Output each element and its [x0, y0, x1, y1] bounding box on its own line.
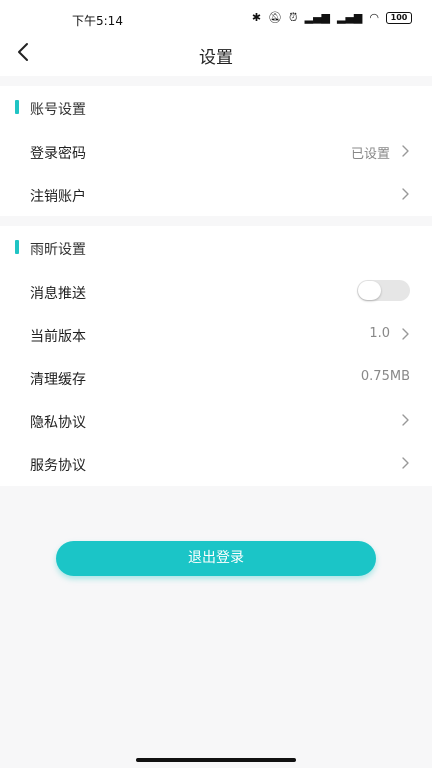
status-icons: ✱ 🔕︎ ⏰︎ ▂▄▆ ▂▄▆ ◠ 100	[252, 11, 412, 25]
nav-bar: 设置	[0, 30, 432, 76]
chevron-right-icon	[402, 188, 409, 200]
battery-icon: 100	[386, 12, 412, 24]
chevron-right-icon	[402, 414, 409, 426]
row-label: 隐私协议	[30, 415, 86, 431]
chevron-right-icon	[402, 145, 409, 157]
section-accent-bar	[15, 100, 19, 114]
bluetooth-icon: ✱	[251, 11, 262, 24]
row-label: 登录密码	[30, 146, 86, 162]
row-label: 服务协议	[30, 458, 86, 474]
signal-icon: ▂▄▆	[304, 11, 330, 24]
chevron-right-icon	[402, 457, 409, 469]
row-push-notifications: 消息推送	[0, 269, 432, 312]
row-current-version[interactable]: 当前版本 1.0	[0, 312, 432, 355]
signal-icon-2: ▂▄▆	[337, 11, 363, 24]
row-privacy-policy[interactable]: 隐私协议	[0, 398, 432, 441]
section-title-account: 账号设置	[30, 102, 86, 118]
row-clear-cache[interactable]: 清理缓存 0.75MB	[0, 355, 432, 398]
mute-icon: 🔕︎	[268, 11, 283, 24]
page-title: 设置	[199, 48, 233, 68]
row-login-password[interactable]: 登录密码 已设置	[0, 129, 432, 172]
row-label: 消息推送	[30, 286, 86, 302]
row-value: 0.75MB	[360, 369, 410, 384]
push-toggle[interactable]	[357, 280, 410, 301]
toggle-knob	[358, 281, 381, 300]
section-header-account: 账号设置	[0, 86, 432, 129]
row-value: 1.0	[369, 326, 390, 341]
row-label: 当前版本	[30, 329, 86, 345]
row-label: 注销账户	[30, 189, 86, 205]
section-title-app: 雨昕设置	[30, 242, 86, 258]
logout-button[interactable]: 退出登录	[56, 541, 376, 576]
section-accent-bar	[15, 240, 19, 254]
status-bar: 下午5:14 ✱ 🔕︎ ⏰︎ ▂▄▆ ▂▄▆ ◠ 100	[0, 0, 432, 30]
home-indicator	[136, 758, 296, 762]
account-settings-group: 账号设置 登录密码 已设置 注销账户	[0, 86, 432, 216]
alarm-icon: ⏰︎	[289, 11, 298, 24]
row-service-agreement[interactable]: 服务协议	[0, 441, 432, 484]
row-delete-account[interactable]: 注销账户	[0, 172, 432, 215]
app-settings-group: 雨昕设置 消息推送 当前版本 1.0 清理缓存 0.75MB 隐私协议 服务协议	[0, 226, 432, 486]
wifi-icon: ◠	[369, 11, 379, 24]
row-value: 已设置	[350, 147, 390, 162]
chevron-right-icon	[402, 328, 409, 340]
status-time: 下午5:14	[72, 14, 123, 28]
row-label: 清理缓存	[30, 372, 86, 388]
section-header-app: 雨昕设置	[0, 226, 432, 269]
